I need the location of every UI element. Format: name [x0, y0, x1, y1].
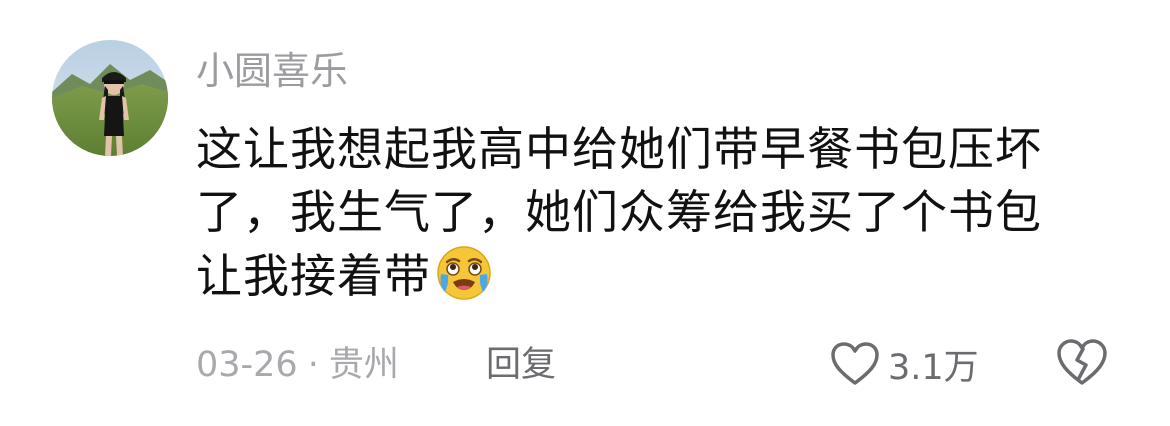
- reply-button[interactable]: 回复: [486, 340, 556, 390]
- comment-text-line: 了，我生气了，她们众筹给我买了个书包: [196, 185, 1042, 239]
- comment-text-line: 让我接着带: [196, 244, 1096, 308]
- dislike-button[interactable]: [1056, 338, 1108, 388]
- comment-text-line: 这让我想起我高中给她们带早餐书包压坏: [196, 122, 1042, 176]
- comment-text: 这让我想起我高中给她们带早餐书包压坏 了，我生气了，她们众筹给我买了个书包 让我…: [196, 118, 1096, 308]
- comment-text-line-end: 让我接着带: [196, 249, 431, 303]
- heart-outline-icon: [830, 341, 880, 387]
- comment-item: 小圆喜乐 这让我想起我高中给她们带早餐书包压坏 了，我生气了，她们众筹给我买了个…: [0, 0, 1170, 426]
- crying-laughing-emoji-icon: [435, 244, 493, 302]
- avatar[interactable]: [52, 40, 168, 156]
- like-count: 3.1万: [888, 347, 979, 388]
- comment-meta: 03-26 · 贵州: [196, 340, 399, 390]
- broken-heart-icon: [1056, 338, 1108, 388]
- meta-separator: ·: [307, 345, 319, 385]
- comment-date: 03-26: [196, 345, 298, 385]
- like-button[interactable]: 3.1万: [830, 336, 979, 392]
- comment-location: 贵州: [328, 345, 399, 385]
- username[interactable]: 小圆喜乐: [196, 46, 348, 96]
